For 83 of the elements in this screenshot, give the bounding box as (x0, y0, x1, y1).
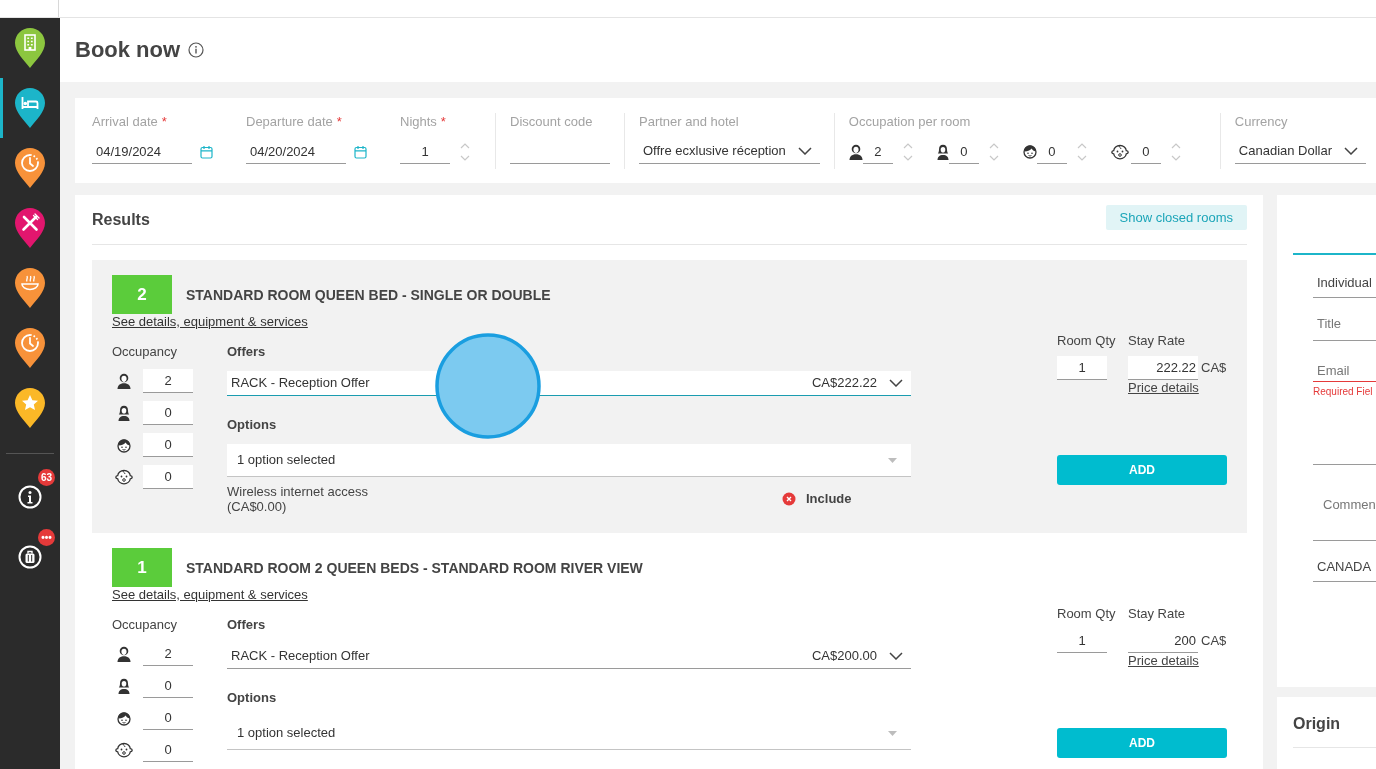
details-link[interactable]: See details, equipment & services (112, 587, 308, 602)
availability-badge: 2 (112, 275, 172, 314)
option-name: Wireless internet access (227, 484, 369, 499)
section-title: Results (92, 209, 150, 230)
offer-price: CA$200.00 (811, 648, 877, 664)
man-icon (117, 646, 131, 662)
guest-count-field[interactable]: 0 (1036, 139, 1067, 164)
baby-icon (115, 742, 133, 758)
guest-count-field[interactable]: 0 (948, 139, 979, 164)
availability-badge: 1 (112, 548, 172, 587)
include-toggle[interactable]: Include (806, 491, 852, 507)
field-label: Partner and hotel (639, 114, 740, 130)
quantity-field[interactable]: 1 (1057, 356, 1107, 380)
column-label: Offers (227, 344, 267, 360)
chevron-down-icon[interactable] (797, 147, 812, 155)
field-label: Occupation per room (848, 114, 972, 130)
field-label: Arrival date * (92, 114, 168, 130)
input-field[interactable]: Email (1313, 362, 1376, 382)
section-title: Origin (1293, 697, 1376, 748)
page-title: Book now (75, 37, 181, 63)
guest-count-field[interactable]: 0 (1130, 139, 1161, 164)
baby-icon (1110, 143, 1129, 160)
offer-price: CA$222.22 (811, 375, 877, 391)
text-area-field[interactable]: Commen (1313, 477, 1376, 541)
date-field[interactable]: 04/20/2024 (246, 139, 346, 164)
quantity-field[interactable]: 1 (1057, 629, 1107, 653)
currency-label: CA$ (1201, 633, 1227, 649)
count-badge: ••• (38, 529, 55, 546)
guest-count-field[interactable]: 2 (143, 369, 193, 393)
offer-select[interactable]: RACK - Reception Offer CA$200.00 (227, 644, 911, 669)
woman-icon (118, 678, 130, 694)
room-name: STANDARD ROOM 2 QUEEN BEDS - STANDARD ROOM RIVER VIEW (186, 559, 643, 576)
baby-icon (115, 469, 133, 485)
option-price: (CA$0.00) (227, 499, 288, 514)
field-label: Nights * (400, 114, 447, 130)
column-label: Occupancy (112, 344, 179, 360)
currency-label: CA$ (1201, 360, 1227, 376)
price-details-link[interactable]: Price details (1128, 382, 1199, 394)
field-label: Room Qty (1057, 606, 1117, 622)
dropdown-select[interactable]: Offre ecxlusive réception (639, 139, 820, 164)
guest-count-field[interactable]: 0 (143, 465, 193, 489)
guest-count-field[interactable]: 2 (862, 139, 893, 164)
guest-count-field[interactable]: 0 (143, 433, 193, 457)
room-name: STANDARD ROOM QUEEN BED - SINGLE OR DOUBLE (186, 286, 551, 303)
chevron-down-icon[interactable] (889, 652, 903, 660)
details-link[interactable]: See details, equipment & services (112, 314, 308, 329)
man-icon (848, 143, 863, 160)
options-select[interactable]: 1 option selected (227, 444, 911, 477)
price-details-link[interactable]: Price details (1128, 655, 1199, 667)
date-field[interactable]: 04/19/2024 (92, 139, 192, 164)
rate-field[interactable]: 222.22 (1128, 356, 1198, 380)
dropdown-select[interactable]: Individual (1313, 273, 1376, 298)
column-label: Offers (227, 617, 267, 633)
man-icon (117, 373, 131, 389)
chevron-down-icon[interactable] (1344, 147, 1359, 155)
chevron-down-icon[interactable] (889, 379, 903, 387)
info-icon[interactable] (188, 42, 205, 58)
suitcase-icon (18, 545, 42, 569)
count-badge: 63 (37, 469, 55, 486)
field-label: Departure date * (246, 114, 343, 130)
sidebar-tool-button[interactable]: 63 (0, 467, 60, 527)
column-label: Options (227, 690, 278, 706)
sidebar-tool-button[interactable]: ••• (0, 527, 60, 587)
error-message: Required Fiel (1313, 386, 1374, 398)
number-field[interactable]: 1 (400, 139, 450, 164)
field-label: Stay Rate (1128, 606, 1187, 622)
dropdown-select[interactable]: CANADA (1313, 559, 1376, 582)
woman-icon (118, 405, 130, 421)
woman-icon (936, 143, 949, 160)
guest-count-field[interactable]: 0 (143, 401, 193, 425)
child-icon (117, 710, 131, 726)
column-label: Options (227, 417, 278, 433)
field-label: Room Qty (1057, 333, 1117, 349)
dropdown-select[interactable]: Canadian Dollar (1234, 139, 1367, 164)
field-label: Currency (1234, 114, 1289, 130)
info-icon (18, 485, 42, 509)
child-icon (1022, 144, 1037, 159)
input-field[interactable]: Title (1313, 315, 1376, 341)
field-label: Discount code (510, 114, 594, 130)
child-icon (117, 437, 131, 453)
column-label: Occupancy (112, 617, 179, 633)
rate-field[interactable]: 200 (1128, 629, 1198, 653)
field-label: Stay Rate (1128, 333, 1187, 349)
